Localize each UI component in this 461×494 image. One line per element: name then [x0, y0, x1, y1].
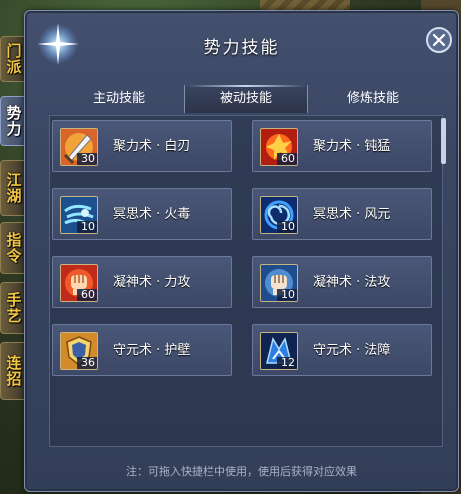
skill-card[interactable]: 10 凝神术 · 法攻	[252, 256, 432, 308]
skill-level: 60	[77, 289, 97, 301]
skill-level: 60	[277, 153, 297, 165]
skill-name: 冥思术 · 风元	[313, 207, 391, 222]
skill-level: 10	[77, 221, 97, 233]
skill-category-tabs: 主动技能 被动技能 修炼技能	[57, 85, 427, 113]
red-fist-icon[interactable]: 60	[60, 264, 98, 302]
skill-card[interactable]: 10 冥思术 · 风元	[252, 188, 432, 240]
tab-cultivation-skills[interactable]: 修炼技能	[311, 85, 435, 113]
skill-level: 10	[277, 289, 297, 301]
window-title: 势力技能	[203, 38, 280, 58]
skill-card[interactable]: 36 守元术 · 护壁	[52, 324, 232, 376]
skill-name: 聚力术 · 钝猛	[313, 139, 391, 154]
frost-wind-icon[interactable]: 10	[60, 196, 98, 234]
skill-name: 守元术 · 法障	[313, 343, 391, 358]
side-tab-combo[interactable]: 连招	[0, 342, 27, 400]
skill-card[interactable]: 60 凝神术 · 力攻	[52, 256, 232, 308]
side-tab-faction[interactable]: 势力	[0, 96, 27, 146]
side-tab-jianghu[interactable]: 江湖	[0, 160, 27, 216]
skill-level: 36	[77, 357, 97, 369]
skill-card[interactable]: 30 聚力术 · 白刃	[52, 120, 232, 172]
sword-icon[interactable]: 30	[60, 128, 98, 166]
tab-passive-skills[interactable]: 被动技能	[184, 85, 308, 113]
skill-level: 30	[77, 153, 97, 165]
skill-name: 冥思术 · 火毒	[113, 207, 191, 222]
skill-level: 12	[277, 357, 297, 369]
tab-active-skills[interactable]: 主动技能	[57, 85, 181, 113]
skill-level: 10	[277, 221, 297, 233]
side-tab-sect[interactable]: 门派	[0, 36, 27, 82]
skill-card[interactable]: 10 冥思术 · 火毒	[52, 188, 232, 240]
blue-shield-icon[interactable]: 12	[260, 332, 298, 370]
skill-card[interactable]: 60 聚力术 · 钝猛	[252, 120, 432, 172]
gold-shield-icon[interactable]: 36	[60, 332, 98, 370]
skill-name: 聚力术 · 白刃	[113, 139, 191, 154]
close-icon	[432, 33, 446, 47]
vortex-icon[interactable]: 10	[260, 196, 298, 234]
blue-fist-icon[interactable]: 10	[260, 264, 298, 302]
skill-card[interactable]: 12 守元术 · 法障	[252, 324, 432, 376]
close-button[interactable]	[426, 27, 452, 53]
side-tab-command[interactable]: 指令	[0, 222, 27, 274]
scrollbar-thumb[interactable]	[441, 118, 446, 164]
faction-skill-window: 势力技能 主动技能 被动技能 修炼技能 30 聚力术 · 白刃 60 聚力术 ·…	[24, 10, 459, 492]
fire-burst-icon[interactable]: 60	[260, 128, 298, 166]
skill-name: 守元术 · 护壁	[113, 343, 191, 358]
skill-name: 凝神术 · 力攻	[113, 275, 191, 290]
skill-name: 凝神术 · 法攻	[313, 275, 391, 290]
side-tab-craft[interactable]: 手艺	[0, 282, 27, 334]
footer-note: 注：可拖入快捷栏中使用，使用后获得对应效果	[126, 465, 357, 478]
skill-list: 30 聚力术 · 白刃 60 聚力术 · 钝猛 10 冥思术 · 火毒 10 冥…	[49, 115, 443, 447]
